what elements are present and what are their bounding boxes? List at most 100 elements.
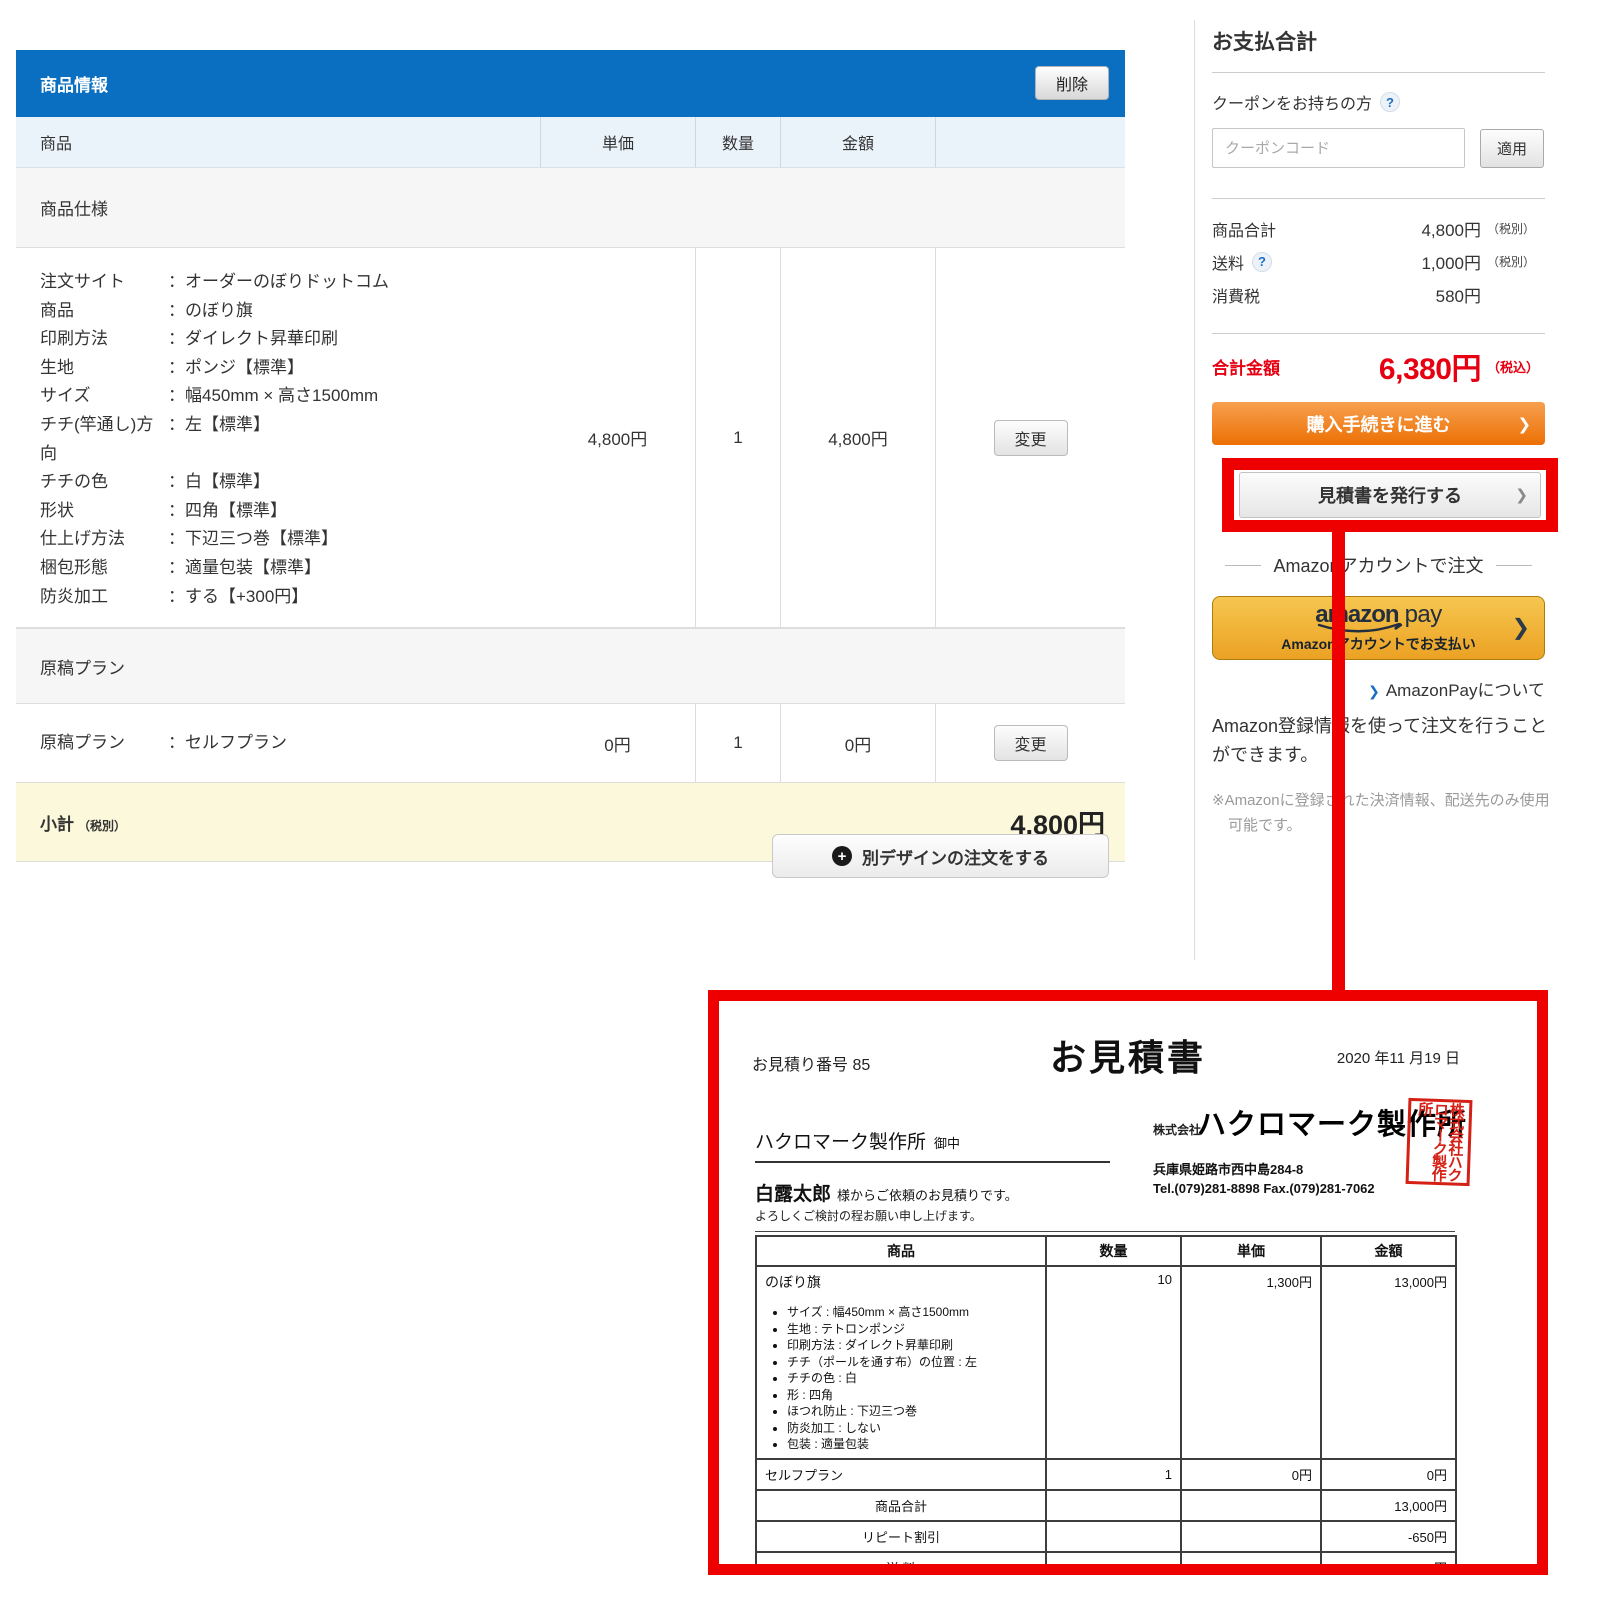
total-suffix: （税込） xyxy=(1481,357,1545,376)
item-action-cell: 変更 xyxy=(935,248,1125,627)
q-item-qty: 10 xyxy=(1046,1266,1181,1459)
spec-row: 生地：ポンジ【標準】 xyxy=(40,354,520,383)
chevron-right-icon: ❯ xyxy=(1368,684,1380,700)
amazon-pay-about-link[interactable]: ❯AmazonPayについて xyxy=(1212,676,1545,701)
chevron-right-icon: ❯ xyxy=(1512,616,1530,641)
q-col-product: 商品 xyxy=(756,1236,1046,1266)
company-tel: Tel.(079)281-8898 Fax.(079)281-7062 xyxy=(1153,1181,1375,1196)
amazon-smile-icon xyxy=(1317,623,1403,635)
q-col-unit: 単価 xyxy=(1181,1236,1321,1266)
q-spec: ほつれ防止 : 下辺三つ巻 xyxy=(787,1403,1037,1420)
q-col-qty: 数量 xyxy=(1046,1236,1181,1266)
summary-value: 1,000円 xyxy=(1421,249,1481,274)
summary-value: 4,800円 xyxy=(1421,216,1481,241)
cart-panel: 商品情報 削除 商品 単価 数量 金額 商品仕様 注文サイト：オーダーのぼりドッ… xyxy=(16,50,1125,862)
q-item-unit: 1,300円 xyxy=(1181,1266,1321,1459)
divider xyxy=(1212,72,1545,73)
quote-table-wrap: 商品 数量 単価 金額 のぼり旗 サイズ : 幅450mm × 高さ1500mm… xyxy=(755,1231,1455,1575)
amazon-note: ※Amazonに登録された決済情報、配送先のみ使用可能です。 xyxy=(1212,788,1552,838)
q-spec: 防炎加工 : しない xyxy=(787,1420,1037,1437)
col-quantity: 数量 xyxy=(695,117,780,167)
q-shipping-label: 送 料 xyxy=(756,1552,1046,1576)
q-spec: サイズ : 幅450mm × 高さ1500mm xyxy=(787,1304,1037,1321)
spec-row: 形状：四角【標準】 xyxy=(40,497,520,526)
plan-spec-row: 原稿プラン：セルフプラン xyxy=(40,729,520,758)
plan-amount: 0円 xyxy=(780,704,935,782)
chevron-right-icon: ❯ xyxy=(1518,414,1531,433)
checkout-button[interactable]: 購入手続きに進む ❯ xyxy=(1212,402,1545,445)
divider-line xyxy=(1225,565,1261,566)
amazon-section-divider: Amazonアカウントで注文 xyxy=(1212,552,1545,578)
coupon-apply-button[interactable]: 適用 xyxy=(1480,129,1544,168)
spec-row: 梱包形態：適量包装【標準】 xyxy=(40,554,520,583)
panel-divider xyxy=(1194,20,1195,960)
q-discount-label: リピート割引 xyxy=(756,1521,1046,1552)
item-spec-cell: 注文サイト：オーダーのぼりドットコム 商品：のぼり旗 印刷方法：ダイレクト昇華印… xyxy=(16,248,540,627)
amazon-pay-button[interactable]: amazon pay Amazonアカウントでお支払い ❯ xyxy=(1212,596,1545,660)
addressee-honorific: 御中 xyxy=(934,1136,960,1151)
coupon-label-row: クーポンをお持ちの方 ? xyxy=(1212,90,1400,114)
add-design-button[interactable]: + 別デザインの注文をする xyxy=(772,834,1109,878)
shipping-help-icon[interactable]: ? xyxy=(1252,252,1272,272)
spec-row: 商品：のぼり旗 xyxy=(40,297,520,326)
item-quantity: 1 xyxy=(695,248,780,627)
delete-button[interactable]: 削除 xyxy=(1035,66,1109,100)
divider-line xyxy=(1496,565,1532,566)
summary-row-shipping: 送料 ? 1,000円 （税別） xyxy=(1212,245,1545,278)
q-plan-unit: 0円 xyxy=(1181,1459,1321,1490)
spec-row: 防炎加工：する【+300円】 xyxy=(40,583,520,612)
q-spec: 包装 : 適量包装 xyxy=(787,1436,1037,1453)
quote-plan-row: セルフプラン 1 0円 0円 xyxy=(756,1459,1456,1490)
summary-label: 消費税 xyxy=(1212,283,1260,307)
company-prefix: 株式会社 xyxy=(1153,1121,1201,1138)
plan-unit-price: 0円 xyxy=(540,704,695,782)
summary-value: 580円 xyxy=(1436,282,1481,307)
q-spec: 印刷方法 : ダイレクト昇華印刷 xyxy=(787,1337,1037,1354)
plan-action-cell: 変更 xyxy=(935,704,1125,782)
total-row: 合計金額 6,380円 （税込） xyxy=(1212,344,1545,388)
coupon-code-input[interactable] xyxy=(1212,128,1465,168)
col-unit-price: 単価 xyxy=(540,117,695,167)
addressee-underline xyxy=(755,1161,1110,1163)
sidebar-title: お支払合計 xyxy=(1212,26,1317,56)
company-address: 兵庫県姫路市西中島284-8 xyxy=(1153,1159,1303,1178)
cart-item-row: 注文サイト：オーダーのぼりドットコム 商品：のぼり旗 印刷方法：ダイレクト昇華印… xyxy=(16,248,1125,628)
subtotal-tax-note: （税別） xyxy=(78,819,126,833)
q-spec: チチ（ポールを通す布）の位置 : 左 xyxy=(787,1354,1037,1371)
q-item-name: のぼり旗 xyxy=(765,1274,821,1290)
quote-addressee: ハクロマーク製作所御中 xyxy=(755,1127,960,1154)
summary-label: 商品合計 xyxy=(1212,217,1276,241)
issue-quote-label: 見積書を発行する xyxy=(1318,486,1462,506)
plan-section-header: 原稿プラン xyxy=(16,628,1125,703)
summary-suffix: （税別） xyxy=(1481,253,1545,270)
change-plan-button[interactable]: 変更 xyxy=(994,725,1068,761)
subtotal-label: 小計（税別） xyxy=(40,810,126,835)
plus-icon: + xyxy=(832,846,852,866)
q-plan-qty: 1 xyxy=(1046,1459,1181,1490)
q-spec: チチの色 : 白 xyxy=(787,1370,1037,1387)
q-shipping-amount: 1,000円 xyxy=(1321,1552,1456,1576)
q-item-amount: 13,000円 xyxy=(1321,1266,1456,1459)
summary-suffix: （税別） xyxy=(1481,220,1545,237)
q-col-amount: 金額 xyxy=(1321,1236,1456,1266)
col-product: 商品 xyxy=(16,130,540,154)
chevron-right-icon: ❯ xyxy=(1515,486,1528,504)
item-unit-price: 4,800円 xyxy=(540,248,695,627)
quote-document: お見積り番号 85 お見積書 2020 年11 月19 日 ハクロマーク製作所御… xyxy=(719,1001,1537,1564)
spec-row: 仕上げ方法：下辺三つ巻【標準】 xyxy=(40,525,520,554)
annotation-connector-line xyxy=(1332,520,1345,1000)
issue-quote-button[interactable]: 見積書を発行する ❯ xyxy=(1239,472,1541,518)
divider xyxy=(1212,333,1545,334)
quote-discount-row: リピート割引 -650円 xyxy=(756,1521,1456,1552)
change-item-button[interactable]: 変更 xyxy=(994,420,1068,456)
q-item-specs: サイズ : 幅450mm × 高さ1500mm 生地 : テトロンポンジ 印刷方… xyxy=(787,1304,1037,1453)
quote-annotation-frame: 見積書を発行する ❯ xyxy=(1222,458,1558,532)
amazon-pay-subtext: Amazonアカウントでお支払い xyxy=(1281,634,1475,654)
quote-preview: お見積り番号 85 お見積書 2020 年11 月19 日 ハクロマーク製作所御… xyxy=(708,990,1548,1575)
item-spec-list: 注文サイト：オーダーのぼりドットコム 商品：のぼり旗 印刷方法：ダイレクト昇華印… xyxy=(40,268,520,611)
coupon-help-icon[interactable]: ? xyxy=(1380,92,1400,112)
col-amount: 金額 xyxy=(780,117,935,167)
quote-item-row: のぼり旗 サイズ : 幅450mm × 高さ1500mm 生地 : テトロンポン… xyxy=(756,1266,1456,1459)
plan-quantity: 1 xyxy=(695,704,780,782)
total-value: 6,380円 xyxy=(1379,344,1481,388)
